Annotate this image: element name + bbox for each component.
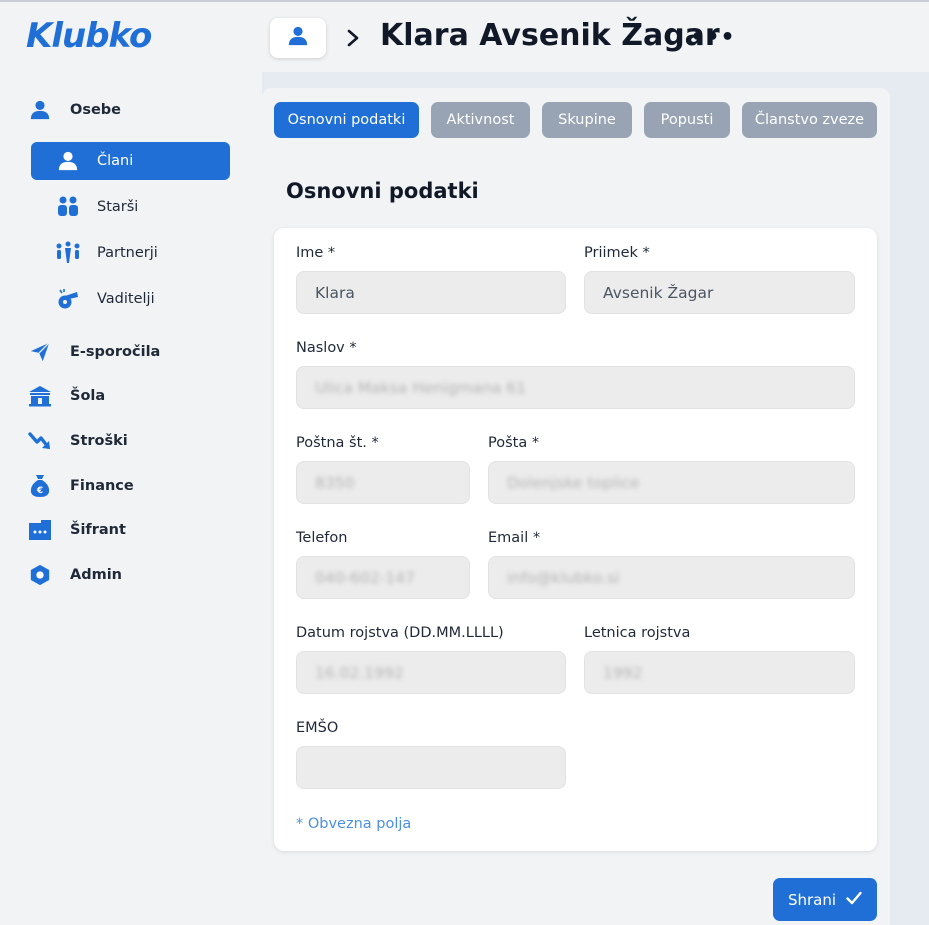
sidebar-item-label: Starši bbox=[97, 199, 139, 215]
letnica-rojstva-field[interactable]: 1992 bbox=[584, 651, 855, 694]
page-title: Klara Avsenik Žagar bbox=[380, 18, 720, 53]
postna-st-label: Poštna št. * bbox=[296, 435, 379, 451]
telefon-value: 040-602-147 bbox=[315, 568, 415, 587]
sidebar-item-stroski[interactable]: Stroški bbox=[28, 425, 128, 457]
main-content: Osnovni podatki Aktivnost Skupine Popust… bbox=[262, 88, 890, 925]
datum-rojstva-label: Datum rojstva (DD.MM.LLLL) bbox=[296, 625, 504, 641]
user-icon bbox=[287, 25, 309, 51]
datum-rojstva-value: 16.02.1992 bbox=[315, 663, 404, 682]
user-icon bbox=[28, 98, 52, 122]
emso-label: EMŠO bbox=[296, 720, 339, 736]
required-fields-note: * Obvezna polja bbox=[296, 816, 412, 832]
tab-clanstvo-zveze[interactable]: Članstvo zveze bbox=[742, 102, 877, 138]
trend-down-icon bbox=[28, 429, 52, 453]
letnica-rojstva-label: Letnica rojstva bbox=[584, 625, 691, 641]
email-field[interactable]: info@klubko.si bbox=[488, 556, 855, 599]
priimek-label: Priimek * bbox=[584, 245, 650, 261]
datum-rojstva-field[interactable]: 16.02.1992 bbox=[296, 651, 566, 694]
sidebar-item-vaditelji[interactable]: Vaditelji bbox=[31, 280, 230, 318]
priimek-field[interactable]: Avsenik Žagar bbox=[584, 271, 855, 314]
priimek-value: Avsenik Žagar bbox=[603, 283, 714, 302]
sidebar-item-label: Šola bbox=[70, 388, 106, 404]
checkmark-icon bbox=[846, 891, 862, 909]
posta-value: Dolenjske toplice bbox=[507, 473, 640, 492]
email-label: Email * bbox=[488, 530, 541, 546]
school-icon bbox=[28, 384, 52, 408]
sidebar-item-clani[interactable]: Člani bbox=[31, 142, 230, 180]
sidebar-item-label: Člani bbox=[97, 153, 134, 169]
sidebar-item-partnerji[interactable]: Partnerji bbox=[31, 234, 230, 272]
sidebar-item-label: Stroški bbox=[70, 433, 128, 449]
save-button[interactable]: Shrani bbox=[773, 878, 877, 921]
tab-osnovni-podatki[interactable]: Osnovni podatki bbox=[274, 102, 419, 138]
posta-field[interactable]: Dolenjske toplice bbox=[488, 461, 855, 504]
posta-label: Pošta * bbox=[488, 435, 540, 451]
tab-skupine[interactable]: Skupine bbox=[542, 102, 632, 138]
sidebar-item-sola[interactable]: Šola bbox=[28, 380, 105, 412]
more-options-icon[interactable]: ••• bbox=[690, 24, 734, 50]
section-title: Osnovni podatki bbox=[286, 179, 479, 203]
whistle-icon bbox=[55, 287, 81, 311]
app-logo[interactable]: Klubko bbox=[26, 16, 152, 56]
top-bar: Klubko Klara Avsenik Žagar ••• bbox=[0, 0, 929, 72]
sidebar-item-osebe[interactable]: Osebe bbox=[28, 94, 121, 126]
sidebar-item-label: Vaditelji bbox=[97, 291, 155, 307]
telefon-label: Telefon bbox=[296, 530, 348, 546]
user-button[interactable] bbox=[270, 18, 326, 58]
postna-st-value: 8350 bbox=[315, 473, 355, 492]
sidebar: Osebe Člani Starši Partnerji Vaditelji E… bbox=[0, 72, 262, 925]
tab-popusti[interactable]: Popusti bbox=[644, 102, 730, 138]
sidebar-item-label: E-sporočila bbox=[70, 344, 161, 360]
partners-icon bbox=[55, 241, 81, 265]
letnica-rojstva-value: 1992 bbox=[603, 663, 643, 682]
telefon-field[interactable]: 040-602-147 bbox=[296, 556, 470, 599]
sidebar-item-admin[interactable]: Admin bbox=[28, 559, 122, 591]
sidebar-item-starsi[interactable]: Starši bbox=[31, 188, 230, 226]
shield-icon bbox=[28, 563, 52, 587]
ime-value: Klara bbox=[315, 283, 355, 302]
naslov-value: Ulica Maksa Henigmana 61 bbox=[315, 378, 526, 397]
money-bag-icon: € bbox=[28, 474, 52, 498]
sidebar-item-label: Finance bbox=[70, 478, 134, 494]
sidebar-item-sifrant[interactable]: Šifrant bbox=[28, 514, 126, 546]
basic-info-form: Ime * Klara Priimek * Avsenik Žagar Nasl… bbox=[274, 228, 877, 851]
send-icon bbox=[28, 340, 52, 364]
sidebar-item-finance[interactable]: € Finance bbox=[28, 470, 134, 502]
member-icon bbox=[55, 149, 81, 173]
sidebar-item-label: Šifrant bbox=[70, 522, 126, 538]
emso-field[interactable] bbox=[296, 746, 566, 789]
email-value: info@klubko.si bbox=[507, 568, 620, 587]
sidebar-item-label: Partnerji bbox=[97, 245, 158, 261]
postna-st-field[interactable]: 8350 bbox=[296, 461, 470, 504]
save-button-label: Shrani bbox=[787, 890, 837, 909]
codebook-icon bbox=[28, 518, 52, 542]
sidebar-item-e-sporocila[interactable]: E-sporočila bbox=[28, 336, 160, 368]
tab-aktivnost[interactable]: Aktivnost bbox=[431, 102, 530, 138]
svg-text:€: € bbox=[36, 486, 43, 496]
sidebar-item-label: Osebe bbox=[70, 102, 122, 118]
breadcrumb-chevron-icon bbox=[343, 24, 363, 52]
parents-icon bbox=[55, 195, 81, 219]
ime-label: Ime * bbox=[296, 245, 336, 261]
ime-field[interactable]: Klara bbox=[296, 271, 566, 314]
naslov-field[interactable]: Ulica Maksa Henigmana 61 bbox=[296, 366, 855, 409]
sidebar-item-label: Admin bbox=[70, 567, 123, 583]
naslov-label: Naslov * bbox=[296, 340, 357, 356]
